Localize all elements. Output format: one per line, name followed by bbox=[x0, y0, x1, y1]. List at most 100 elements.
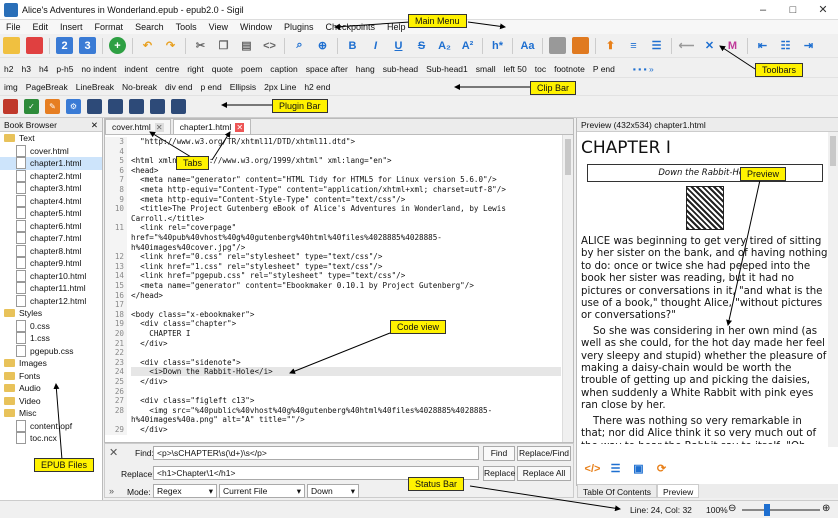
zoom-slider[interactable] bbox=[742, 509, 820, 511]
tree-file[interactable]: cover.html bbox=[0, 145, 102, 158]
clip-item[interactable]: h4 bbox=[39, 64, 48, 74]
clip-item[interactable]: centre bbox=[156, 64, 180, 74]
code-line[interactable]: <div class="sidenote"> bbox=[131, 358, 241, 367]
epub2-icon[interactable]: 2 bbox=[56, 37, 73, 54]
menu-checkpoints[interactable]: Checkpoints bbox=[326, 22, 376, 32]
plugin-icon[interactable] bbox=[150, 99, 165, 114]
collapse-icon[interactable]: » bbox=[109, 486, 114, 496]
clip-item[interactable]: right bbox=[187, 64, 204, 74]
tree-folder[interactable]: Fonts bbox=[0, 370, 102, 383]
clip-item[interactable]: poem bbox=[241, 64, 262, 74]
tree-folder[interactable]: Misc bbox=[0, 407, 102, 420]
tab-preview[interactable]: Preview bbox=[657, 484, 700, 498]
code-line[interactable]: <i>Down the Rabbit-Hole</i> bbox=[131, 367, 561, 377]
scope-select[interactable]: Current File ▾ bbox=[219, 484, 305, 498]
toolbar-extra-icons[interactable]: ▪ ▪ ▪ » bbox=[633, 64, 654, 74]
code-line[interactable]: <body class="x-ebookmaker"> bbox=[131, 310, 254, 319]
outdent-icon[interactable]: ⇤ bbox=[754, 37, 771, 54]
replace-all-button[interactable]: Replace All bbox=[517, 466, 571, 481]
menu-edit[interactable]: Edit bbox=[33, 22, 49, 32]
save-icon[interactable] bbox=[26, 37, 43, 54]
maximize-button[interactable]: □ bbox=[778, 4, 808, 16]
tab-chapter1[interactable]: chapter1.html ✕ bbox=[172, 119, 252, 134]
tree-file[interactable]: chapter7.html bbox=[0, 232, 102, 245]
tree-file[interactable]: toc.ncx bbox=[0, 432, 102, 445]
zoom-slider-handle[interactable] bbox=[764, 504, 770, 516]
tree-file[interactable]: chapter10.html bbox=[0, 270, 102, 283]
menu-help[interactable]: Help bbox=[387, 22, 406, 32]
plugin-icon[interactable] bbox=[3, 99, 18, 114]
minimize-button[interactable]: – bbox=[748, 4, 778, 16]
tree-folder[interactable]: Images bbox=[0, 357, 102, 370]
menu-insert[interactable]: Insert bbox=[60, 22, 83, 32]
open-folder-icon[interactable] bbox=[3, 37, 20, 54]
plugin-icon[interactable] bbox=[129, 99, 144, 114]
plugin-icon[interactable]: ✎ bbox=[45, 99, 60, 114]
code-line[interactable]: <link href="pgepub.css" rel="stylesheet"… bbox=[131, 271, 405, 280]
align-left-icon[interactable]: ≡ bbox=[625, 37, 642, 54]
clip-item[interactable]: p-h5 bbox=[56, 64, 73, 74]
clip-item[interactable]: img bbox=[4, 82, 18, 92]
menu-format[interactable]: Format bbox=[95, 22, 124, 32]
epub3-icon[interactable]: 3 bbox=[79, 37, 96, 54]
find-icon[interactable]: ⌕ bbox=[291, 37, 308, 54]
menu-window[interactable]: Window bbox=[240, 22, 272, 32]
tree-file[interactable]: chapter8.html bbox=[0, 245, 102, 258]
code-line[interactable]: h%40images%40cover.jpg"/> bbox=[131, 243, 245, 252]
redo-icon[interactable]: ↷ bbox=[162, 37, 179, 54]
clip-item[interactable]: 2px Line bbox=[264, 82, 296, 92]
replace-button[interactable]: Replace bbox=[483, 466, 515, 481]
code-line[interactable]: h%40images%40a.png" alt="A" title=""/> bbox=[131, 415, 305, 424]
clip-item[interactable]: h3 bbox=[21, 64, 30, 74]
code-line[interactable]: <link href="1.css" rel="stylesheet" type… bbox=[131, 262, 382, 271]
zoom-out-icon[interactable]: ⊖ bbox=[728, 503, 736, 514]
add-file-icon[interactable]: + bbox=[109, 37, 126, 54]
code-line[interactable]: </head> bbox=[131, 291, 163, 300]
code-line[interactable]: <meta name="generator" content="Ebookmak… bbox=[131, 281, 474, 290]
tree-folder[interactable]: Video bbox=[0, 395, 102, 408]
clip-item[interactable]: space after bbox=[306, 64, 348, 74]
replace-find-button[interactable]: Replace/Find bbox=[517, 446, 571, 461]
clip-item[interactable]: No-break bbox=[122, 82, 157, 92]
preview-scrollbar[interactable] bbox=[828, 132, 838, 447]
preview-content[interactable]: CHAPTER I Down the Rabbit-Hole ALICE was… bbox=[581, 134, 829, 444]
clip-item[interactable]: caption bbox=[270, 64, 297, 74]
copy-preview-icon[interactable]: ☰ bbox=[607, 460, 624, 477]
tree-file[interactable]: content.opf bbox=[0, 420, 102, 433]
close-find-icon[interactable]: ✕ bbox=[109, 446, 118, 459]
plugin-icon[interactable] bbox=[87, 99, 102, 114]
clip-item[interactable]: quote bbox=[212, 64, 233, 74]
clip-item[interactable]: div end bbox=[165, 82, 192, 92]
find-input[interactable]: <p>\sCHAPTER\s(\d+)\s</p> bbox=[153, 446, 479, 460]
plugin-icon[interactable]: ⚙ bbox=[66, 99, 81, 114]
code-line[interactable]: </div> bbox=[131, 339, 167, 348]
tab-cover[interactable]: cover.html ✕ bbox=[105, 119, 171, 134]
menu-file[interactable]: File bbox=[6, 22, 21, 32]
clip-item[interactable]: sub-head bbox=[383, 64, 418, 74]
clip-item[interactable]: LineBreak bbox=[76, 82, 114, 92]
tree-file[interactable]: pgepub.css bbox=[0, 345, 102, 358]
code-line[interactable]: <head> bbox=[131, 166, 158, 175]
code-icon[interactable]: <> bbox=[261, 37, 278, 54]
tree-file[interactable]: chapter2.html bbox=[0, 170, 102, 183]
reload-preview-icon[interactable]: ▣ bbox=[630, 460, 647, 477]
tree-file[interactable]: chapter6.html bbox=[0, 220, 102, 233]
clip-item[interactable]: PageBreak bbox=[26, 82, 68, 92]
plugin-icon[interactable]: ✓ bbox=[24, 99, 39, 114]
menu-plugins[interactable]: Plugins bbox=[284, 22, 314, 32]
close-tab-icon[interactable]: ✕ bbox=[235, 122, 245, 132]
refresh-icon[interactable]: ⟳ bbox=[653, 460, 670, 477]
toc-icon[interactable]: ☰ bbox=[648, 37, 665, 54]
tree-file[interactable]: chapter4.html bbox=[0, 195, 102, 208]
clip-item[interactable]: hang bbox=[356, 64, 375, 74]
code-line[interactable]: <link rel="coverpage" bbox=[131, 223, 236, 232]
close-window-button[interactable]: ✕ bbox=[808, 3, 838, 16]
code-line[interactable]: "http://www.w3.org/TR/xhtml11/DTD/xhtml1… bbox=[131, 137, 355, 146]
tree-file[interactable]: 0.css bbox=[0, 320, 102, 333]
find-button[interactable]: Find bbox=[483, 446, 515, 461]
tree-file[interactable]: chapter5.html bbox=[0, 207, 102, 220]
code-line[interactable]: </div> bbox=[131, 377, 167, 386]
plugin-icon[interactable] bbox=[108, 99, 123, 114]
tree-file[interactable]: chapter1.html bbox=[0, 157, 102, 170]
menu-view[interactable]: View bbox=[209, 22, 228, 32]
